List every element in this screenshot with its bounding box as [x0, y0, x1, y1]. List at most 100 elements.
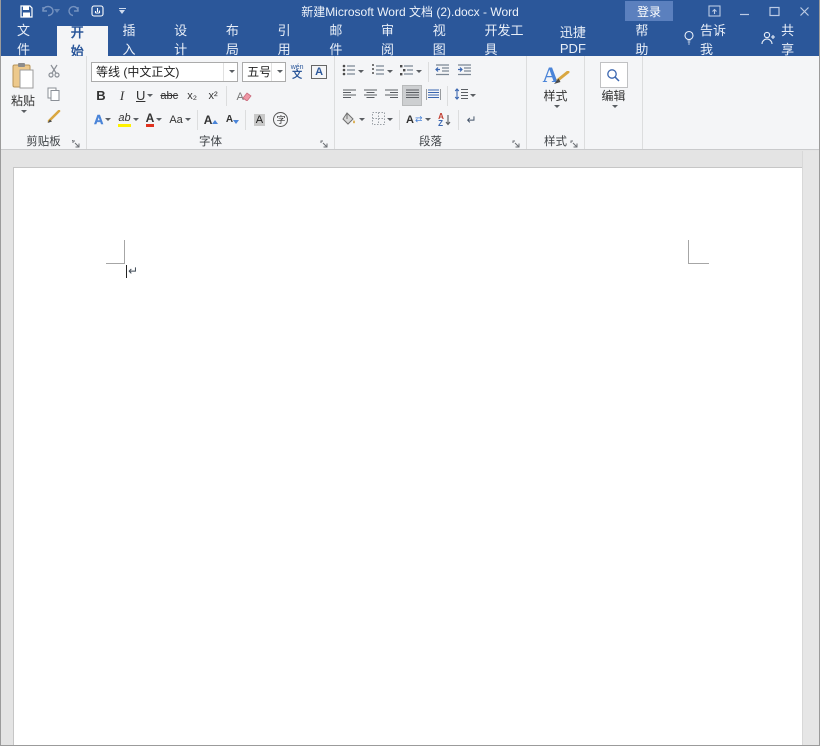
customize-qat-icon[interactable]	[111, 1, 133, 21]
shading-dropdown-arrow[interactable]	[359, 118, 365, 121]
shading-button[interactable]	[339, 109, 368, 130]
change-case-dropdown-arrow[interactable]	[185, 118, 191, 121]
font-name-combobox[interactable]: 等线 (中文正文)	[91, 62, 238, 82]
styles-dialog-launcher[interactable]	[570, 137, 580, 147]
tab-mailings[interactable]: 邮件	[315, 22, 367, 56]
line-spacing-button[interactable]	[451, 85, 479, 106]
close-button[interactable]	[789, 0, 819, 22]
borders-dropdown-arrow[interactable]	[387, 118, 393, 121]
phonetic-guide-button[interactable]: wén 文	[287, 61, 307, 82]
multilevel-dropdown-arrow[interactable]	[416, 70, 422, 73]
multilevel-list-button[interactable]	[397, 61, 425, 82]
font-name-dropdown-arrow[interactable]	[223, 63, 237, 81]
tab-view[interactable]: 视图	[419, 22, 471, 56]
tab-design[interactable]: 设计	[160, 22, 212, 56]
font-color-dropdown-arrow[interactable]	[156, 118, 162, 121]
highlight-color-button[interactable]: ab	[115, 109, 141, 130]
minimize-button[interactable]	[729, 0, 759, 22]
underline-dropdown-arrow[interactable]	[147, 94, 153, 97]
font-color-button[interactable]: A	[143, 109, 166, 130]
bullets-icon	[342, 64, 356, 79]
ribbon-display-options-icon[interactable]	[699, 0, 729, 22]
font-dialog-launcher[interactable]	[320, 137, 330, 147]
cut-button[interactable]	[43, 62, 64, 82]
paragraph-dialog-launcher[interactable]	[512, 137, 522, 147]
change-case-button[interactable]: Aa	[166, 109, 193, 130]
styles-button[interactable]: A 样式	[536, 58, 576, 133]
editing-dropdown-arrow[interactable]	[612, 105, 618, 108]
bullets-dropdown-arrow[interactable]	[358, 70, 364, 73]
decrease-indent-button[interactable]	[432, 61, 453, 82]
asian-layout-dropdown-arrow[interactable]	[425, 118, 431, 121]
copy-button[interactable]	[43, 85, 64, 105]
paste-button[interactable]: 粘贴	[3, 58, 43, 133]
character-shading-button[interactable]: A	[249, 109, 269, 130]
tab-help[interactable]: 帮助	[621, 22, 673, 56]
search-icon	[600, 62, 628, 88]
numbering-button[interactable]	[368, 61, 396, 82]
styles-dropdown-arrow[interactable]	[554, 105, 560, 108]
save-icon[interactable]	[15, 1, 37, 21]
clear-formatting-eraser-icon: A	[236, 89, 243, 103]
align-center-button[interactable]	[360, 85, 380, 106]
borders-icon	[372, 112, 385, 128]
clipboard-dialog-launcher[interactable]	[72, 137, 82, 147]
format-painter-button[interactable]	[43, 108, 64, 128]
text-cursor	[126, 265, 127, 278]
paste-dropdown-arrow[interactable]	[21, 110, 27, 113]
strikethrough-button[interactable]: abc	[157, 85, 181, 106]
tell-me-box[interactable]: 告诉我	[673, 22, 744, 56]
distributed-button[interactable]	[423, 85, 444, 106]
font-size-dropdown-arrow[interactable]	[271, 63, 285, 81]
tab-layout[interactable]: 布局	[212, 22, 264, 56]
italic-button[interactable]: I	[112, 85, 132, 106]
align-center-icon	[364, 89, 377, 103]
styles-group-label: 样式	[544, 133, 567, 149]
superscript-button[interactable]: x²	[203, 85, 223, 106]
paragraph-group-label: 段落	[419, 133, 442, 149]
redo-icon[interactable]	[63, 1, 85, 21]
asian-layout-button[interactable]: A ⇄	[403, 109, 434, 130]
tab-review[interactable]: 审阅	[367, 22, 419, 56]
align-right-button[interactable]	[381, 85, 401, 106]
align-left-button[interactable]	[339, 85, 359, 106]
styles-button-label: 样式	[543, 90, 567, 103]
shrink-font-button[interactable]: A	[222, 109, 242, 130]
undo-icon[interactable]	[39, 1, 61, 21]
subscript-button[interactable]: x₂	[182, 85, 202, 106]
tab-pdf[interactable]: 迅捷PDF	[546, 22, 621, 56]
touch-mouse-mode-icon[interactable]	[87, 1, 109, 21]
justify-button[interactable]	[402, 85, 422, 106]
share-button[interactable]: 共享	[744, 22, 819, 56]
line-spacing-dropdown-arrow[interactable]	[470, 94, 476, 97]
text-effects-dropdown-arrow[interactable]	[105, 118, 111, 121]
text-effects-button[interactable]: A	[91, 109, 114, 130]
grow-arrow-icon	[212, 113, 218, 127]
bold-button[interactable]: B	[91, 85, 111, 106]
sign-in-button[interactable]: 登录	[625, 1, 673, 21]
sort-button[interactable]: AZ	[435, 109, 455, 130]
maximize-button[interactable]	[759, 0, 789, 22]
tab-file[interactable]: 文件	[1, 22, 57, 56]
vertical-scrollbar[interactable]	[802, 151, 819, 745]
enclose-characters-button[interactable]: 字	[270, 109, 291, 130]
grow-font-button[interactable]: A	[201, 109, 222, 130]
font-size-combobox[interactable]: 五号	[242, 62, 286, 82]
document-page[interactable]: ↵	[13, 167, 803, 746]
tab-developer[interactable]: 开发工具	[470, 22, 545, 56]
line-spacing-icon	[454, 88, 468, 103]
editing-button[interactable]: 编辑	[594, 58, 634, 133]
tab-references[interactable]: 引用	[264, 22, 316, 56]
tab-home[interactable]: 开始	[57, 26, 109, 56]
borders-button[interactable]	[369, 109, 396, 130]
show-hide-marks-button[interactable]: ↵	[462, 109, 482, 130]
tab-insert[interactable]: 插入	[108, 22, 160, 56]
document-area: ↵	[1, 151, 819, 745]
numbering-dropdown-arrow[interactable]	[387, 70, 393, 73]
bullets-button[interactable]	[339, 61, 367, 82]
clear-formatting-button[interactable]: A	[230, 85, 250, 106]
increase-indent-button[interactable]	[454, 61, 475, 82]
character-border-button[interactable]: A	[308, 61, 330, 82]
underline-button[interactable]: U	[133, 85, 156, 106]
highlight-dropdown-arrow[interactable]	[133, 118, 139, 121]
